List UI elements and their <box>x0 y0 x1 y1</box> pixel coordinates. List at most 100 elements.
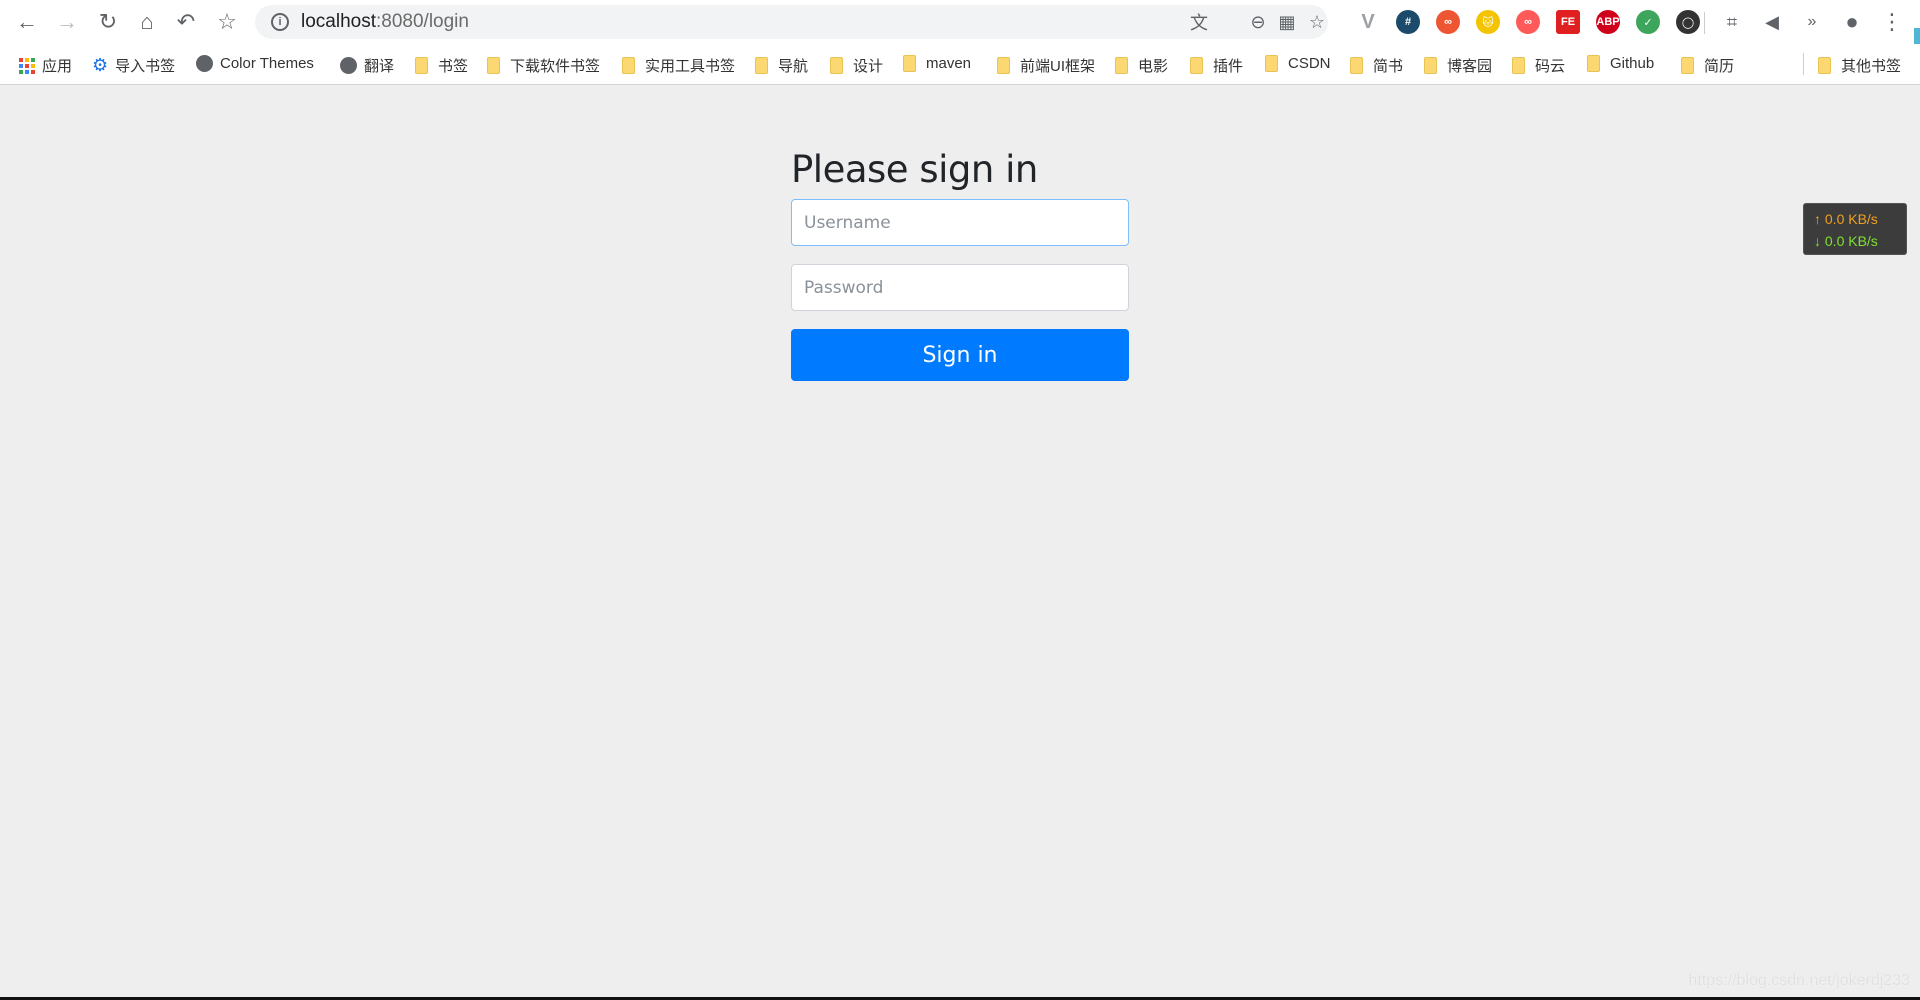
address-bar[interactable]: i localhost:8080/login 文 ⊖ ▦ ☆ <box>255 5 1328 39</box>
bookmark-item[interactable]: Github <box>1587 55 1654 72</box>
bookmark-label: 码云 <box>1535 58 1566 75</box>
undo-icon[interactable]: ↶ <box>172 8 200 36</box>
download-value: 0.0 KB/s <box>1824 233 1878 249</box>
mute-icon[interactable]: ◀ <box>1758 8 1786 36</box>
arrow-up-icon: ↑ <box>1814 211 1825 227</box>
folder-icon <box>1115 57 1128 74</box>
bookmark-item[interactable]: Color Themes <box>196 55 314 72</box>
home-icon[interactable]: ⌂ <box>133 8 161 36</box>
bookmark-label: 前端UI框架 <box>1020 58 1096 75</box>
bookmark-item[interactable]: 简历 <box>1681 55 1734 76</box>
bookmark-label: 应用 <box>42 58 73 75</box>
folder-icon <box>1512 57 1525 74</box>
globe-icon <box>340 57 357 74</box>
shield-check-extension-icon[interactable]: ✓ <box>1636 10 1660 34</box>
folder-icon <box>1350 57 1363 74</box>
browser-toolbar: ← → ↻ ⌂ ↶ ☆ i localhost:8080/login 文 ⊖ ▦… <box>0 0 1920 44</box>
zoom-out-icon[interactable]: ⊖ <box>1247 11 1269 33</box>
fe-helper-extension-icon[interactable]: FE <box>1556 10 1580 34</box>
bookmark-item[interactable]: 插件 <box>1190 55 1243 76</box>
password-input[interactable] <box>791 264 1129 311</box>
bookmark-label: CSDN <box>1288 55 1331 72</box>
bookmark-label: 下载软件书签 <box>510 58 601 75</box>
tampermonkey-cat-extension-icon[interactable]: 🐱 <box>1476 10 1500 34</box>
folder-icon <box>1265 55 1278 72</box>
bookmark-label: 简历 <box>1704 58 1735 75</box>
bookmark-item[interactable]: CSDN <box>1265 55 1331 72</box>
bookmarks-divider <box>1803 53 1804 75</box>
username-input[interactable] <box>791 199 1129 246</box>
bookmark-item[interactable]: 实用工具书签 <box>622 55 735 76</box>
arrow-down-icon: ↓ <box>1814 233 1825 249</box>
folder-icon <box>997 57 1010 74</box>
forward-icon[interactable]: → <box>53 8 81 36</box>
url-host: localhost <box>301 11 376 32</box>
crop-icon[interactable]: ⌗ <box>1718 8 1746 36</box>
bookmark-label: 其他书签 <box>1841 58 1902 75</box>
folder-icon <box>755 57 768 74</box>
folder-icon <box>1587 55 1600 72</box>
hashtag-extension-icon[interactable]: # <box>1396 10 1420 34</box>
bookmark-item[interactable]: 设计 <box>830 55 883 76</box>
bookmarks-bar: 应用 ⚙ 导入书签 Color Themes 翻译 书签 下载软件书签 实用工具书签 导航 设计 m… <box>0 44 1920 85</box>
back-icon[interactable]: ← <box>13 8 41 36</box>
folder-icon <box>830 57 843 74</box>
vue-devtools-extension-icon[interactable]: V <box>1356 10 1380 34</box>
bookmark-label: 导航 <box>778 58 809 75</box>
translate-icon[interactable]: 文 <box>1188 11 1210 33</box>
bookmark-label: maven <box>926 55 972 72</box>
toolbar-divider <box>1704 12 1705 34</box>
folder-icon <box>903 55 916 72</box>
infinity-pink-extension-icon[interactable]: ∞ <box>1516 10 1540 34</box>
folder-icon <box>415 57 428 74</box>
sign-in-button[interactable]: Sign in <box>791 329 1129 381</box>
folder-icon <box>1818 57 1831 74</box>
url-text[interactable]: localhost:8080/login <box>301 11 469 33</box>
bookmark-label: 插件 <box>1213 58 1244 75</box>
bookmark-item[interactable]: maven <box>903 55 971 72</box>
bookmark-item[interactable]: 简书 <box>1350 55 1403 76</box>
bookmark-star-icon[interactable]: ☆ <box>1306 11 1328 33</box>
folder-icon <box>1190 57 1203 74</box>
bookmark-item[interactable]: 应用 <box>19 55 72 76</box>
bookmark-label: 电影 <box>1138 58 1169 75</box>
qr-code-icon[interactable]: ▦ <box>1276 11 1298 33</box>
network-speed-widget: ↑ 0.0 KB/s ↓ 0.0 KB/s <box>1803 203 1907 255</box>
bookmark-label: 设计 <box>853 58 884 75</box>
folder-icon <box>1424 57 1437 74</box>
bookmark-label: 导入书签 <box>115 58 176 75</box>
apps-grid-icon <box>19 57 35 74</box>
bookmark-item[interactable]: 电影 <box>1115 55 1168 76</box>
ring-extension-icon[interactable]: ◯ <box>1676 10 1700 34</box>
other-bookmarks[interactable]: 其他书签 <box>1818 55 1901 76</box>
page-title: Please sign in <box>791 148 1038 191</box>
upload-value: 0.0 KB/s <box>1824 211 1878 227</box>
bookmark-item[interactable]: 书签 <box>415 55 468 76</box>
watermark: https://blog.csdn.net/jokerdj233 <box>1688 972 1910 989</box>
menu-icon[interactable]: ⋮ <box>1878 8 1906 36</box>
bookmark-item[interactable]: 码云 <box>1512 55 1565 76</box>
more-extensions-icon[interactable]: » <box>1798 8 1826 36</box>
bookmark-item[interactable]: 翻译 <box>340 55 394 76</box>
infinity-red-extension-icon[interactable]: ∞ <box>1436 10 1460 34</box>
bookmark-item[interactable]: 前端UI框架 <box>997 55 1095 76</box>
bookmark-item[interactable]: 导航 <box>755 55 808 76</box>
adblock-plus-extension-icon[interactable]: ABP <box>1596 10 1620 34</box>
bookmark-label: 简书 <box>1373 58 1404 75</box>
star-icon[interactable]: ☆ <box>213 8 241 36</box>
reload-icon[interactable]: ↻ <box>94 8 122 36</box>
profile-icon[interactable]: ● <box>1838 8 1866 36</box>
folder-icon <box>487 57 500 74</box>
bookmark-item[interactable]: 博客园 <box>1424 55 1492 76</box>
bookmark-label: 翻译 <box>364 58 395 75</box>
info-icon[interactable]: i <box>271 13 289 31</box>
bookmark-item[interactable]: ⚙ 导入书签 <box>92 55 175 76</box>
upload-speed: ↑ 0.0 KB/s <box>1814 208 1906 230</box>
bookmark-label: 书签 <box>438 58 469 75</box>
bookmark-item[interactable]: 下载软件书签 <box>487 55 600 76</box>
bookmark-label: Color Themes <box>220 55 314 72</box>
folder-icon <box>1681 57 1694 74</box>
bookmark-label: 实用工具书签 <box>645 58 736 75</box>
gear-icon: ⚙ <box>92 55 109 75</box>
url-path: :8080/login <box>376 11 469 32</box>
